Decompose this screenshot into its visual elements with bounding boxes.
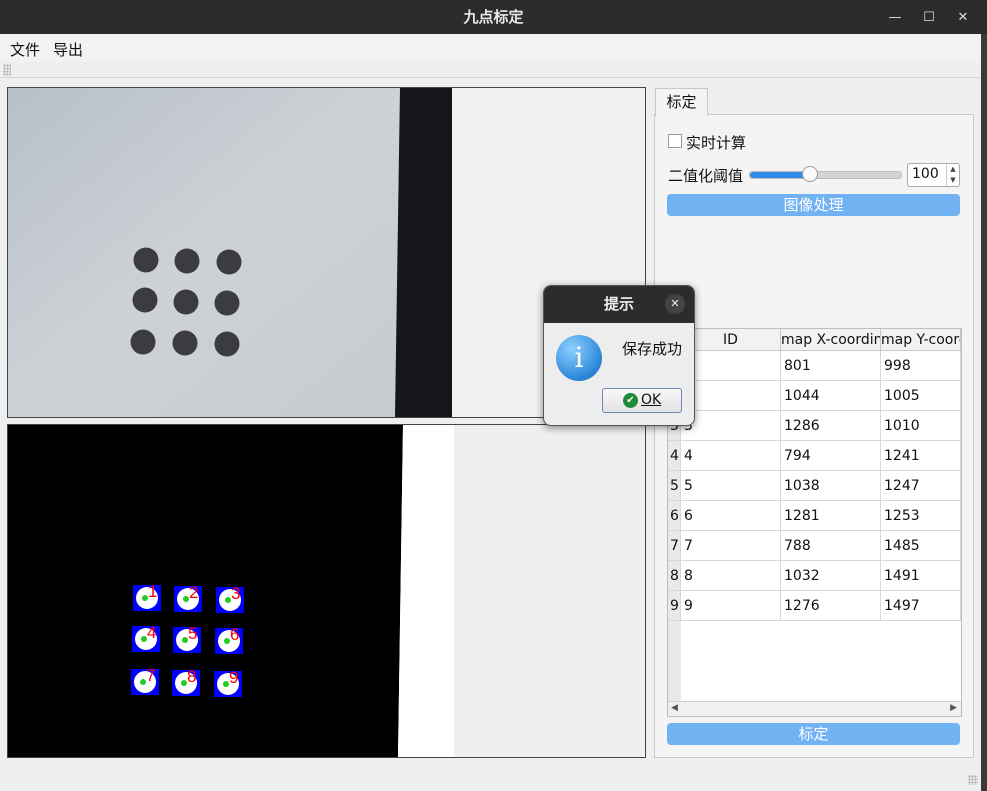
row-header[interactable]: 5 — [668, 471, 681, 501]
main-window: 九点标定 — ☐ ✕ 文件 导出 1 2 3 4 5 6 7 8 9 标定 实时… — [0, 0, 987, 791]
dialog-message: 保存成功 — [622, 340, 683, 358]
marker-label: 5 — [188, 624, 197, 643]
cell-id[interactable]: 6 — [681, 501, 781, 531]
window-title: 九点标定 — [463, 8, 524, 26]
marker-label: 4 — [147, 623, 156, 642]
cell-map-x[interactable]: 1276 — [781, 591, 881, 621]
cell-map-y[interactable]: 1497 — [881, 591, 961, 621]
cell-map-y[interactable]: 1491 — [881, 561, 961, 591]
col-header-map-y[interactable]: map Y-coord — [881, 329, 961, 351]
info-icon: i — [556, 335, 602, 381]
dialog-close-icon[interactable]: ✕ — [665, 294, 685, 314]
row-header[interactable]: 8 — [668, 561, 681, 591]
cell-map-y[interactable]: 1247 — [881, 471, 961, 501]
row-header[interactable]: 7 — [668, 531, 681, 561]
cell-id[interactable]: 8 — [681, 561, 781, 591]
processed-image-view[interactable]: 1 2 3 4 5 6 7 8 9 — [7, 424, 646, 758]
row-header[interactable]: 4 — [668, 441, 681, 471]
image-process-button[interactable]: 图像处理 — [667, 194, 960, 216]
col-header-map-x[interactable]: map X-coordin — [781, 329, 881, 351]
close-button[interactable]: ✕ — [946, 0, 980, 34]
cell-map-x[interactable]: 1044 — [781, 381, 881, 411]
calibration-dots — [130, 247, 242, 357]
paper-region — [8, 88, 402, 417]
toolbar-separator — [0, 77, 981, 78]
col-header-id[interactable]: ID — [681, 329, 781, 351]
threshold-spinbox[interactable]: 100 ▲ ▼ — [907, 163, 960, 187]
cell-id[interactable]: 4 — [681, 441, 781, 471]
cell-map-y[interactable]: 1241 — [881, 441, 961, 471]
cell-map-x[interactable]: 801 — [781, 351, 881, 381]
cell-map-x[interactable]: 1032 — [781, 561, 881, 591]
marker-label: 3 — [231, 584, 240, 603]
marker-label: 9 — [229, 668, 238, 687]
marker-label: 6 — [230, 625, 239, 644]
cell-map-x[interactable]: 1286 — [781, 411, 881, 441]
tab-calibration[interactable]: 标定 — [655, 88, 708, 116]
cell-map-y[interactable]: 998 — [881, 351, 961, 381]
maximize-button[interactable]: ☐ — [912, 0, 946, 34]
title-bar[interactable]: 九点标定 — ☐ ✕ — [0, 0, 987, 34]
cell-map-y[interactable]: 1005 — [881, 381, 961, 411]
coordinate-table[interactable]: ID map X-coordin map Y-coord 11801998221… — [667, 328, 962, 717]
ok-label: OK — [641, 392, 662, 408]
marker-label: 2 — [189, 583, 198, 602]
cell-map-x[interactable]: 1281 — [781, 501, 881, 531]
cell-id[interactable]: 5 — [681, 471, 781, 501]
marker-label: 7 — [146, 666, 155, 685]
minimize-button[interactable]: — — [878, 0, 912, 34]
window-edge — [981, 34, 987, 791]
cell-map-x[interactable]: 788 — [781, 531, 881, 561]
threshold-slider[interactable] — [749, 171, 902, 179]
resize-grip-icon[interactable] — [968, 775, 978, 785]
cell-id[interactable]: 9 — [681, 591, 781, 621]
toolbar-grip-icon[interactable] — [3, 64, 11, 76]
marker-label: 1 — [148, 582, 157, 601]
scroll-left-icon[interactable]: ◀ — [671, 703, 678, 713]
ok-button[interactable]: ✔ OK — [602, 388, 682, 413]
row-header[interactable]: 6 — [668, 501, 681, 531]
cell-map-y[interactable]: 1485 — [881, 531, 961, 561]
realtime-checkbox[interactable] — [668, 134, 682, 148]
cell-map-x[interactable]: 794 — [781, 441, 881, 471]
slider-fill — [750, 172, 811, 178]
cell-map-y[interactable]: 1253 — [881, 501, 961, 531]
menu-bar: 文件 导出 — [0, 34, 981, 62]
realtime-label: 实时计算 — [686, 134, 747, 152]
cell-map-y[interactable]: 1010 — [881, 411, 961, 441]
calibrate-button[interactable]: 标定 — [667, 723, 960, 745]
binary-image: 1 2 3 4 5 6 7 8 9 — [8, 425, 645, 757]
marker-label: 8 — [187, 667, 196, 686]
cell-id[interactable]: 3 — [681, 411, 781, 441]
spin-arrows-icon[interactable]: ▲ ▼ — [946, 164, 959, 186]
cell-id[interactable]: 2 — [681, 381, 781, 411]
dark-edge — [395, 88, 452, 417]
threshold-label: 二值化阈值 — [668, 167, 744, 185]
cell-map-x[interactable]: 1038 — [781, 471, 881, 501]
menu-export[interactable]: 导出 — [53, 39, 83, 60]
cell-id[interactable]: 1 — [681, 351, 781, 381]
threshold-value: 100 — [912, 166, 939, 182]
cell-id[interactable]: 7 — [681, 531, 781, 561]
check-icon: ✔ — [623, 393, 638, 408]
horizontal-scrollbar[interactable]: ◀ ▶ — [668, 701, 961, 716]
scroll-right-icon[interactable]: ▶ — [950, 703, 957, 713]
message-dialog: 提示 ✕ i 保存成功 ✔ OK — [543, 285, 695, 426]
menu-file[interactable]: 文件 — [10, 39, 40, 60]
row-header[interactable]: 9 — [668, 591, 681, 621]
